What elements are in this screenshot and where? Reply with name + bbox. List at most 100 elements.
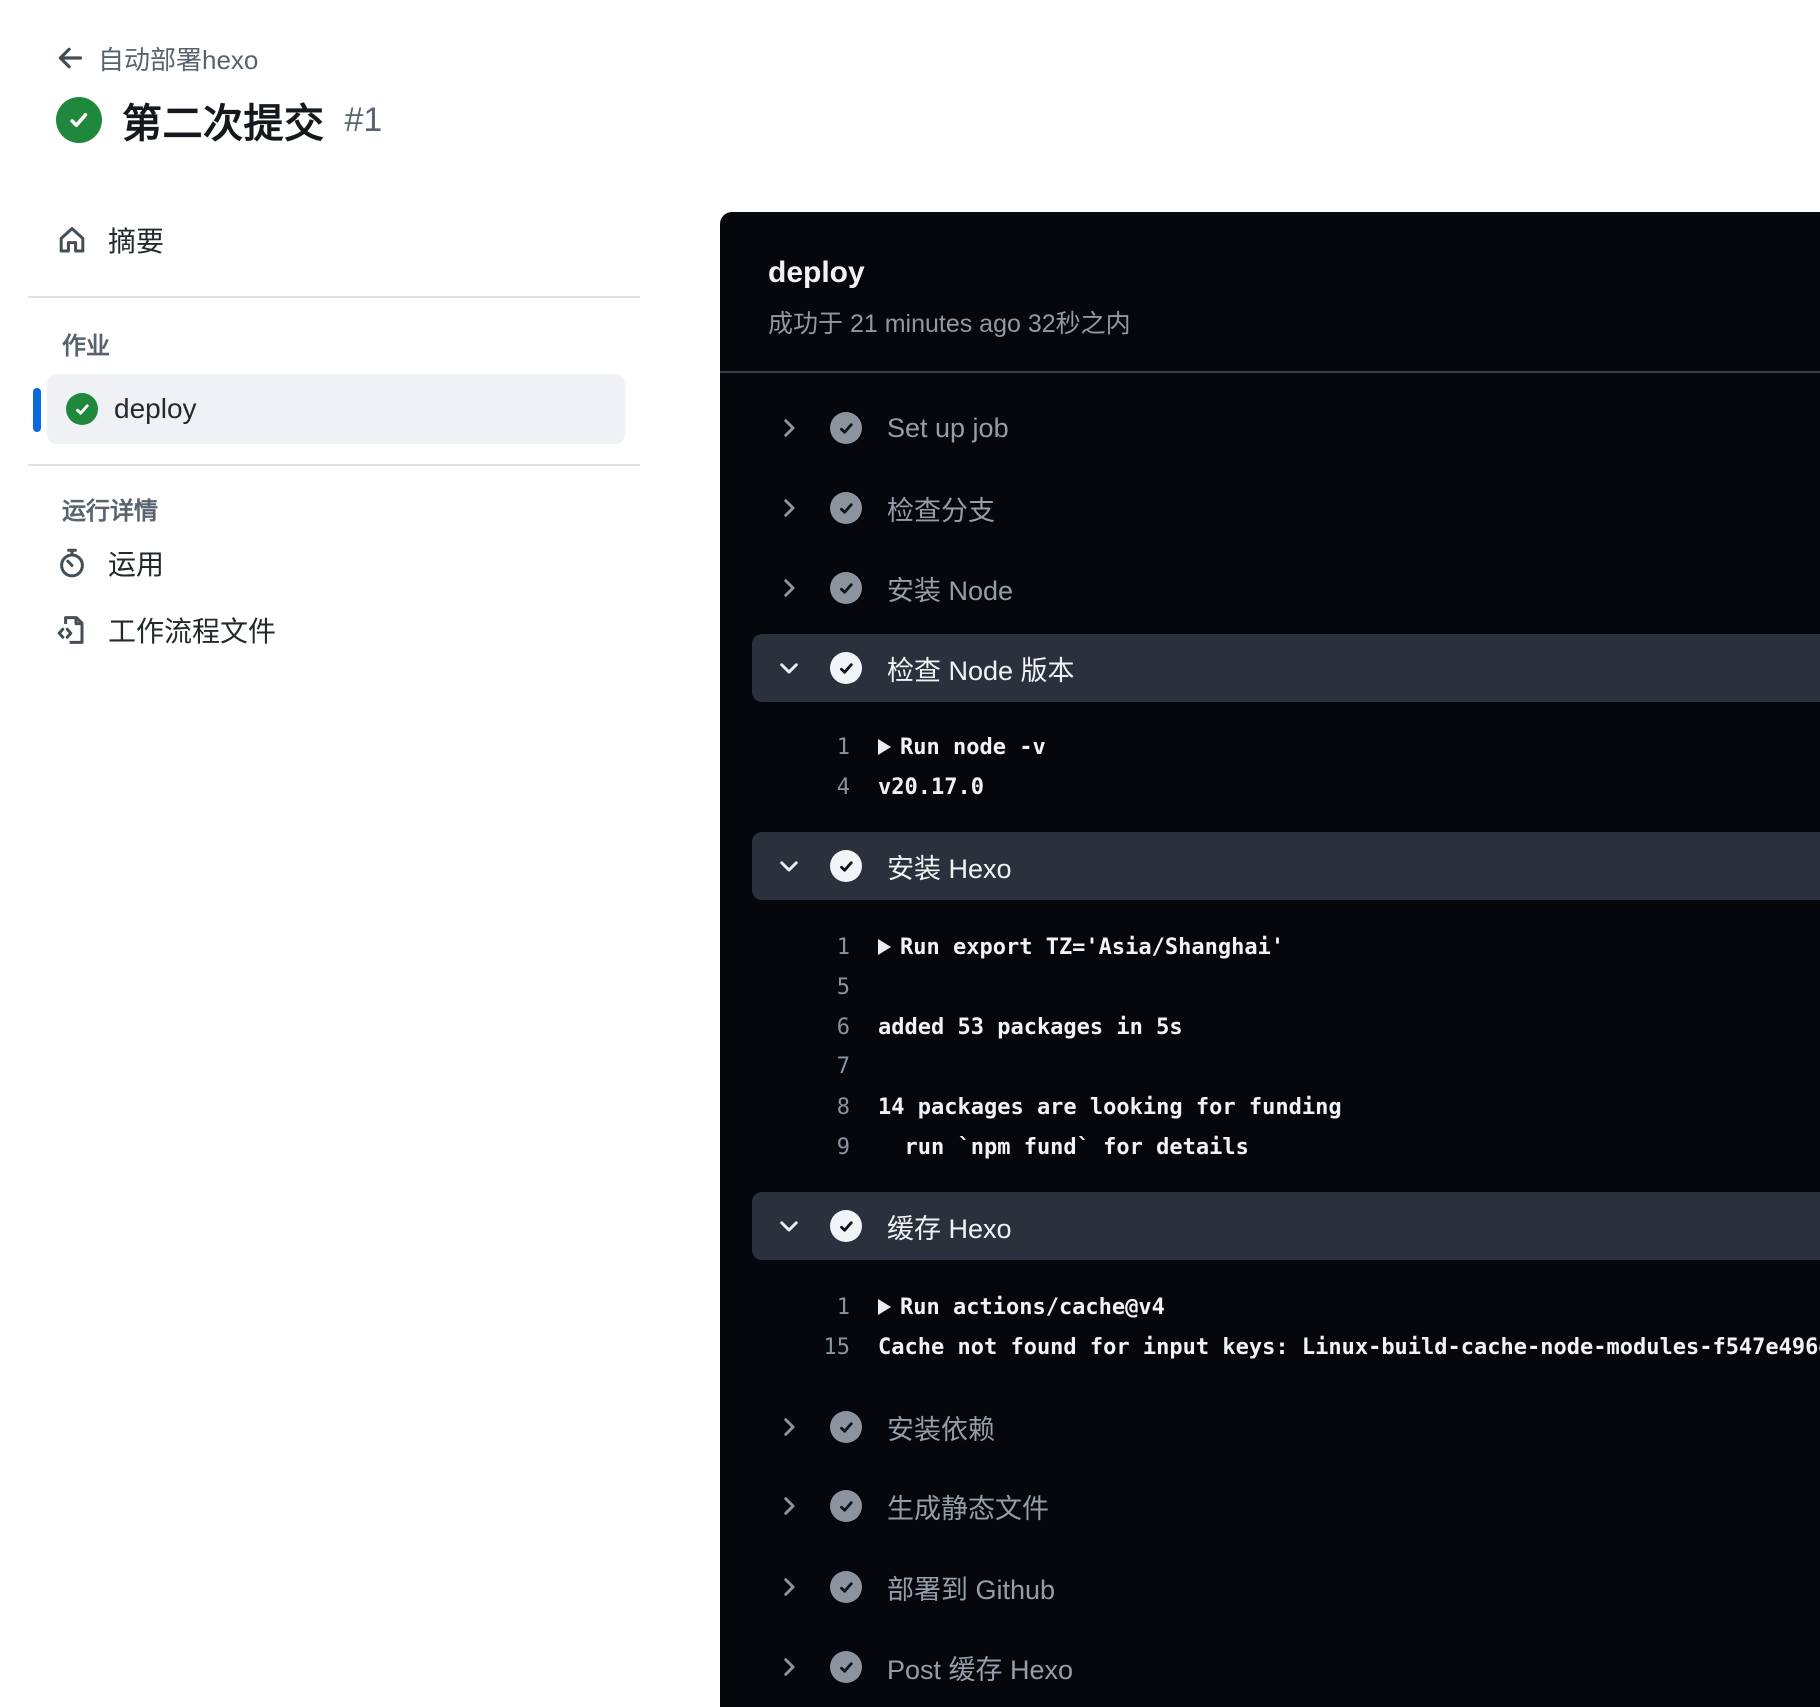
chevron-right-icon <box>774 413 804 443</box>
file-code-icon <box>56 614 88 646</box>
breadcrumb-workflow-link[interactable]: 自动部署hexo <box>98 40 258 77</box>
step-check-icon <box>830 652 862 684</box>
log-line-text: Run export TZ='Asia/Shanghai' <box>900 934 1285 960</box>
selected-job-accent-bar <box>33 388 41 432</box>
log-panel: deploy 成功于 21 minutes ago 32秒之内 Set up j… <box>720 212 1820 1707</box>
step-check-icon <box>830 1411 862 1443</box>
job-label: deploy <box>114 393 197 424</box>
log-line: 15 Cache not found for input keys: Linux… <box>720 1327 1820 1367</box>
log-line: 7 <box>720 1046 1820 1086</box>
log-line-text: Run node -v <box>900 734 1046 760</box>
sidebar-item-summary[interactable]: 摘要 <box>56 216 164 264</box>
step-check-icon <box>830 1210 862 1242</box>
panel-divider <box>720 371 1820 373</box>
log-line: 8 14 packages are looking for funding <box>720 1087 1820 1127</box>
job-success-check-icon <box>66 393 98 425</box>
step-label: 部署到 Github <box>887 1574 1056 1605</box>
log-line: 6 added 53 packages in 5s <box>720 1007 1820 1047</box>
step-check-icon <box>830 572 862 604</box>
step-checkout-branch[interactable]: 检查分支 <box>720 475 1820 541</box>
log-line-text: 14 packages are looking for funding <box>878 1094 1342 1120</box>
log-line-text: Cache not found for input keys: Linux-bu… <box>878 1334 1820 1360</box>
play-icon <box>878 939 891 955</box>
step-install-hexo[interactable]: 安装 Hexo <box>752 832 1820 900</box>
step-label: 缓存 Hexo <box>887 1213 1012 1244</box>
step-check-icon <box>830 1651 862 1683</box>
sidebar-item-usage[interactable]: 运用 <box>56 539 164 587</box>
step-label: 安装 Node <box>887 575 1014 606</box>
job-name: deploy <box>768 256 865 289</box>
run-number: #1 <box>344 100 383 139</box>
log-line-number[interactable]: 9 <box>720 1135 850 1160</box>
log-line-text: Run actions/cache@v4 <box>900 1294 1165 1320</box>
jobs-section-label: 作业 <box>62 333 110 360</box>
chevron-right-icon <box>774 1572 804 1602</box>
stopwatch-icon <box>56 547 88 579</box>
breadcrumb: 自动部署hexo <box>56 40 258 76</box>
step-check-icon <box>830 1571 862 1603</box>
log-line: 1 Run actions/cache@v4 <box>720 1287 1820 1327</box>
chevron-down-icon <box>774 851 804 881</box>
chevron-right-icon <box>774 1412 804 1442</box>
step-deploy-to-github[interactable]: 部署到 Github <box>720 1554 1820 1620</box>
sidebar-item-label: 运用 <box>108 549 165 580</box>
log-line-number[interactable]: 4 <box>720 775 850 800</box>
log-line-number[interactable]: 1 <box>720 935 850 960</box>
log-line: 4 v20.17.0 <box>720 767 1820 807</box>
step-label: 安装 Hexo <box>887 853 1012 884</box>
run-success-check-icon <box>56 97 102 143</box>
chevron-right-icon <box>774 1652 804 1682</box>
step-install-node[interactable]: 安装 Node <box>720 555 1820 621</box>
log-line-number[interactable]: 7 <box>720 1054 850 1079</box>
log-line-text: run `npm fund` for details <box>878 1134 1249 1160</box>
step-label: Post 缓存 Hexo <box>887 1654 1074 1685</box>
step-check-node-version[interactable]: 检查 Node 版本 <box>752 634 1820 702</box>
sidebar-item-workflow-file[interactable]: 工作流程文件 <box>56 606 276 654</box>
log-line-number[interactable]: 1 <box>720 1295 850 1320</box>
log-line: 1 Run export TZ='Asia/Shanghai' <box>720 927 1820 967</box>
run-details-section-label: 运行详情 <box>62 498 158 525</box>
sidebar-item-label: 摘要 <box>108 226 165 257</box>
job-status-line: 成功于 21 minutes ago 32秒之内 <box>768 310 1131 338</box>
log-line: 1 Run node -v <box>720 727 1820 767</box>
sidebar-item-job-deploy[interactable]: deploy <box>47 374 625 444</box>
play-icon <box>878 739 891 755</box>
step-post-cache-hexo[interactable]: Post 缓存 Hexo <box>720 1634 1820 1700</box>
play-icon <box>878 1299 891 1315</box>
chevron-down-icon <box>774 1211 804 1241</box>
log-line-number[interactable]: 1 <box>720 735 850 760</box>
step-label: 生成静态文件 <box>887 1493 1049 1524</box>
log-line-number[interactable]: 8 <box>720 1095 850 1120</box>
sidebar-divider <box>28 296 640 298</box>
log-line-number[interactable]: 6 <box>720 1015 850 1040</box>
step-generate-static-files[interactable]: 生成静态文件 <box>720 1473 1820 1539</box>
step-label: 安装依赖 <box>887 1414 995 1445</box>
log-line: 5 <box>720 967 1820 1007</box>
back-arrow-icon[interactable] <box>56 44 84 72</box>
step-cache-hexo[interactable]: 缓存 Hexo <box>752 1192 1820 1260</box>
log-line-number[interactable]: 15 <box>720 1335 851 1360</box>
run-title: 第二次提交 <box>122 102 325 146</box>
sidebar: 自动部署hexo 第二次提交 #1 摘要 作业 deploy 运行详情 运用 工… <box>0 0 720 1707</box>
step-label: 检查 Node 版本 <box>887 655 1075 686</box>
run-title-row: 第二次提交 #1 <box>56 94 382 146</box>
log-line-text: v20.17.0 <box>878 774 984 800</box>
step-set-up-job[interactable]: Set up job <box>720 395 1820 461</box>
step-check-icon <box>830 1490 862 1522</box>
chevron-right-icon <box>774 493 804 523</box>
step-check-icon <box>830 850 862 882</box>
chevron-right-icon <box>774 573 804 603</box>
sidebar-divider <box>28 464 640 466</box>
chevron-right-icon <box>774 1491 804 1521</box>
step-check-icon <box>830 492 862 524</box>
sidebar-item-label: 工作流程文件 <box>108 616 277 647</box>
log-line-number[interactable]: 5 <box>720 975 850 1000</box>
log-line: 9 run `npm fund` for details <box>720 1127 1820 1167</box>
step-install-dependencies[interactable]: 安装依赖 <box>720 1394 1820 1460</box>
step-check-icon <box>830 412 862 444</box>
chevron-down-icon <box>774 653 804 683</box>
step-label: Set up job <box>887 412 1009 443</box>
log-line-text: added 53 packages in 5s <box>878 1014 1183 1040</box>
step-label: 检查分支 <box>887 495 995 526</box>
home-icon <box>56 224 88 256</box>
